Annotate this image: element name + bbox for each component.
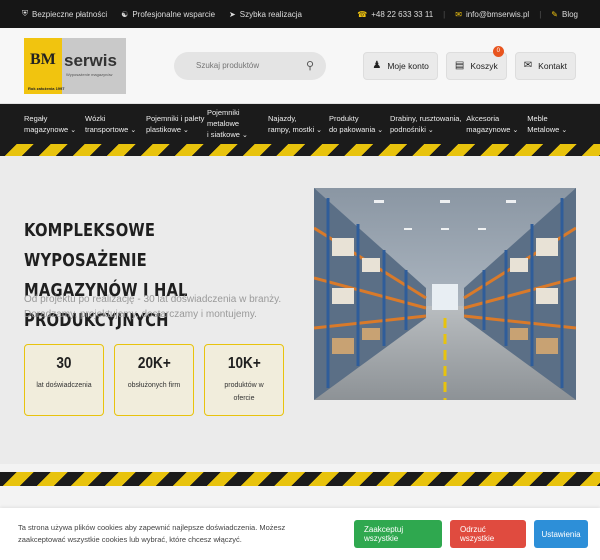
chevron-down-icon: ⌄ — [561, 126, 568, 134]
cart-label: Koszyk — [470, 60, 498, 71]
search-icon[interactable]: ⚲ — [306, 59, 314, 72]
nav-item-line1: Meble — [527, 113, 548, 123]
cookie-settings-button[interactable]: Ustawienia — [534, 520, 588, 548]
search-box: ⚲ — [174, 51, 326, 80]
nav-item-line2: Metalowe — [527, 124, 560, 134]
chevron-down-icon: ⌄ — [512, 126, 519, 134]
email-link[interactable]: ✉ info@bmserwis.pl — [455, 10, 529, 19]
nav-item-najazdy[interactable]: Najazdy, rampy, mostki ⌄ — [268, 113, 329, 136]
mail-icon: ✉ — [523, 60, 533, 71]
cookie-banner: Ta strona używa plików cookies aby zapew… — [0, 508, 600, 560]
divider: | — [443, 9, 446, 19]
stat-card: 30 lat doświadczenia — [24, 344, 104, 416]
phone-link[interactable]: ☎ +48 22 633 33 11 — [357, 10, 433, 19]
nav-item-regaly[interactable]: Regały magazynowe ⌄ — [24, 113, 85, 136]
chevron-down-icon: ⌄ — [183, 126, 189, 134]
shield-icon: ⛨ — [22, 9, 28, 18]
cookie-text: Ta strona używa plików cookies aby zapew… — [18, 523, 286, 544]
nav-item-line1: Najazdy, — [268, 113, 297, 123]
stat-label: obsłużonych firm — [127, 382, 181, 389]
blog-link[interactable]: ✎ Blog — [551, 10, 578, 19]
cart-icon: ▤ — [454, 60, 465, 71]
nav-item-line1: Wózki — [85, 113, 106, 123]
nav-item-line2: transportowe — [85, 124, 129, 134]
nav-item-line2: i siatkowe — [207, 130, 240, 139]
main-nav: Regały magazynowe ⌄ Wózki transportowe ⌄ P… — [0, 104, 600, 144]
nav-item-akcesoria[interactable]: Akcesoria magazynowe ⌄ — [466, 113, 527, 136]
nav-item-line1: Produkty — [329, 113, 359, 123]
rocket-icon: ➤ — [229, 9, 236, 19]
nav-item-line1: Pojemniki i palety — [146, 113, 205, 123]
nav-item-line2: rampy, mostki — [268, 124, 315, 134]
fast-delivery: ➤ Szybka realizacja — [229, 10, 302, 19]
nav-item-line2: magazynowe — [466, 124, 511, 134]
nav-item-line2: magazynowe — [24, 124, 69, 134]
nav-item-wozki[interactable]: Wózki transportowe ⌄ — [85, 113, 146, 136]
blog-label: Blog — [561, 9, 578, 19]
fast-delivery-label: Szybka realizacja — [239, 9, 302, 19]
logo-since: Rok założenia 1997 — [28, 85, 65, 91]
cart-button[interactable]: ▤ Koszyk 0 — [445, 45, 507, 80]
topbar: ⛨ Bezpieczne płatności ☯ Profesjonalne w… — [0, 0, 600, 28]
hero-subtitle: Od projektu po realizację - 30 lat doświ… — [24, 294, 282, 320]
nav-item-meble[interactable]: Meble Metalowe ⌄ — [527, 113, 576, 136]
chevron-down-icon: ⌄ — [427, 126, 434, 134]
contact-button[interactable]: ✉ Kontakt — [514, 51, 576, 80]
accept-all-button[interactable]: Zaakceptuj wszystkie — [354, 520, 442, 548]
stat-label: produktów w ofercie — [224, 382, 264, 402]
contact-label: Kontakt — [538, 60, 567, 71]
warehouse-illustration — [314, 188, 576, 400]
logo[interactable]: BM serwis Wyposażenie magazynów Rok zało… — [24, 37, 126, 94]
stat-value: 30 — [56, 355, 72, 372]
nav-item-line1: Pojemniki metalowe — [207, 108, 240, 128]
nav-item-line2: plastikowe — [146, 124, 182, 134]
secure-payments-label: Bezpieczne płatności — [32, 9, 108, 19]
chevron-down-icon: ⌄ — [377, 126, 384, 134]
reject-all-button[interactable]: Odrzuć wszystkie — [450, 520, 526, 548]
chevron-down-icon: ⌄ — [241, 132, 248, 139]
nav-item-line1: Drabiny, rusztowania, — [390, 113, 462, 123]
search-input[interactable] — [196, 61, 306, 70]
chevron-down-icon: ⌄ — [130, 126, 137, 134]
nav-item-line2: podnośniki — [390, 124, 426, 134]
account-label: Moje konto — [387, 60, 429, 71]
phone-icon: ☎ — [357, 9, 368, 19]
phone-label: +48 22 633 33 11 — [371, 9, 434, 19]
nav-item-pakowanie[interactable]: Produkty do pakowania ⌄ — [329, 113, 390, 136]
mail-icon: ✉ — [455, 9, 462, 19]
secure-payments: ⛨ Bezpieczne płatności — [22, 9, 107, 19]
hazard-stripe-top — [0, 144, 600, 156]
stat-card: 10K+ produktów w ofercie — [204, 344, 284, 416]
email-label: info@bmserwis.pl — [465, 9, 530, 19]
user-icon: ♟ — [372, 60, 382, 71]
warehouse-image — [314, 188, 576, 400]
stat-value: 10K+ — [227, 355, 261, 372]
header: BM serwis Wyposażenie magazynów Rok zało… — [0, 28, 600, 104]
stat-label: lat doświadczenia — [36, 382, 92, 389]
blog-icon: ✎ — [551, 9, 558, 19]
hazard-stripe-bottom — [0, 472, 600, 486]
logo-bm: BM — [30, 50, 56, 68]
stat-card: 20K+ obsłużonych firm — [114, 344, 194, 416]
nav-item-pojemniki-plastikowe[interactable]: Pojemniki i palety plastikowe ⌄ — [146, 113, 207, 136]
cart-count-badge: 0 — [492, 45, 504, 57]
logo-tagline: Wyposażenie magazynów — [66, 71, 113, 77]
logo-serwis: serwis — [64, 50, 117, 70]
stats: 30 lat doświadczenia 20K+ obsłużonych fi… — [24, 344, 284, 416]
headset-icon: ☯ — [121, 9, 129, 19]
divider: | — [539, 9, 542, 19]
nav-item-line1: Regały — [24, 113, 48, 123]
nav-item-line1: Akcesoria — [466, 113, 500, 123]
hero: KOMPLEKSOWE WYPOSAŻENIE MAGAZYNÓW I HAL … — [0, 156, 600, 464]
nav-item-drabiny[interactable]: Drabiny, rusztowania, podnośniki ⌄ — [390, 113, 466, 136]
nav-item-pojemniki-metalowe[interactable]: Pojemniki metalowe i siatkowe ⌄ — [207, 107, 268, 141]
support-label: Profesjonalne wsparcie — [132, 9, 216, 19]
stat-value: 20K+ — [137, 355, 171, 372]
account-button[interactable]: ♟ Moje konto — [363, 51, 438, 80]
chevron-down-icon: ⌄ — [316, 126, 322, 134]
support: ☯ Profesjonalne wsparcie — [121, 10, 215, 19]
nav-item-line2: do pakowania — [329, 124, 376, 134]
chevron-down-icon: ⌄ — [70, 126, 77, 134]
